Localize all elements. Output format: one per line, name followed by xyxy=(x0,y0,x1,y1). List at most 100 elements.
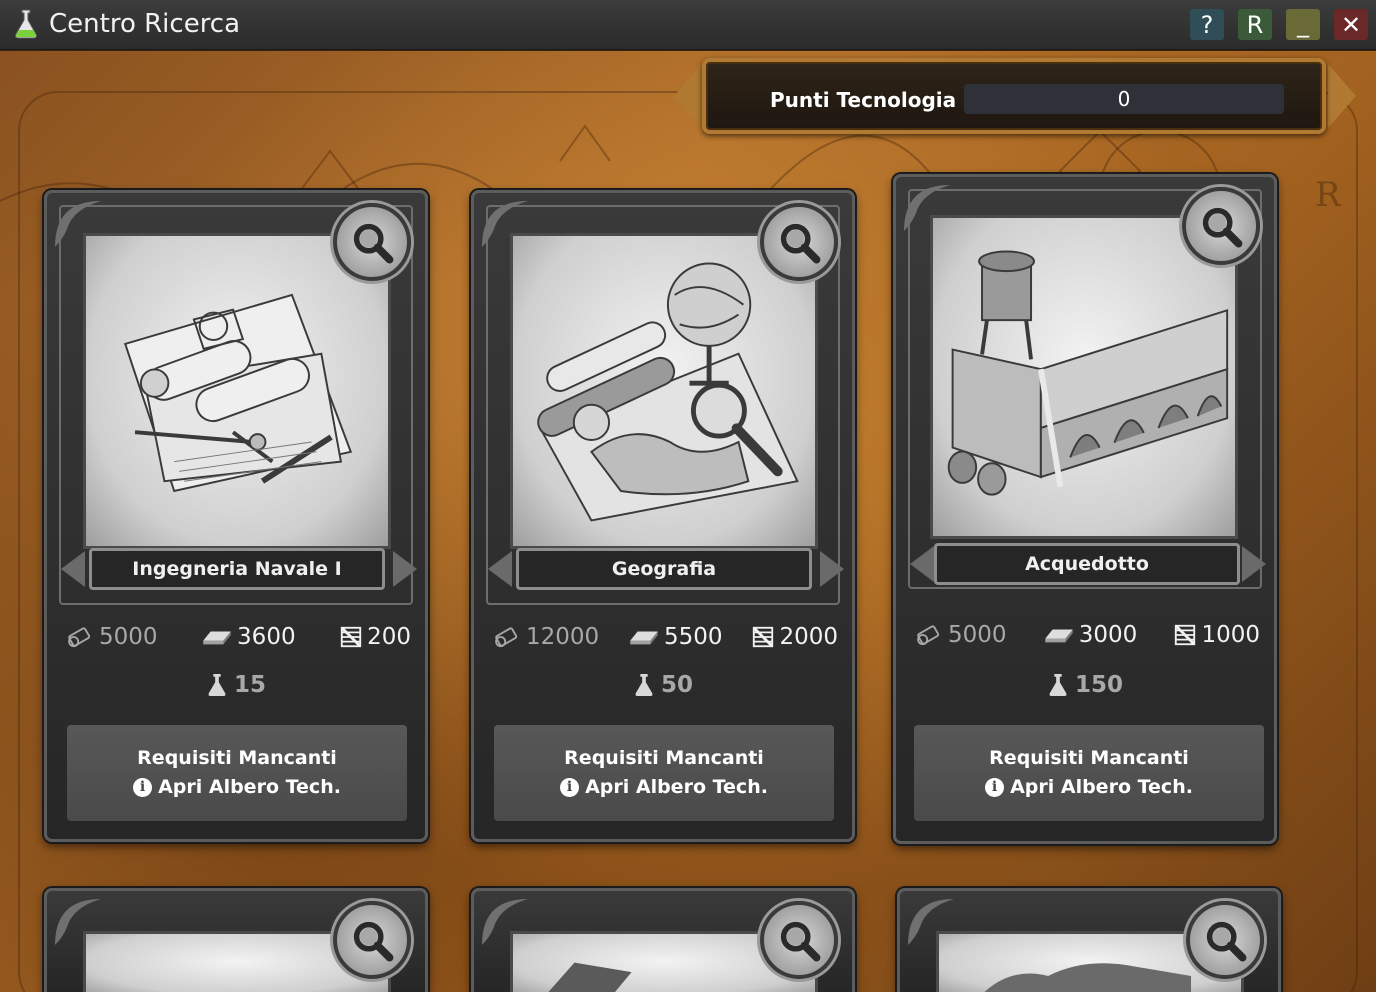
missing-requirements-button[interactable]: Requisiti Mancanti i Apri Albero Tech. xyxy=(494,725,834,821)
research-cost-value: 150 xyxy=(1074,672,1123,698)
cloth-cost: 200 xyxy=(339,624,411,650)
tech-name: Ingegneria Navale I xyxy=(89,548,385,590)
tech-card[interactable] xyxy=(471,888,855,992)
iron-ingot-icon xyxy=(1043,624,1075,646)
tech-name: Acquedotto xyxy=(934,543,1240,585)
wood-cost: 12000 xyxy=(494,624,599,650)
cloth-cost-value: 1000 xyxy=(1201,622,1260,648)
corner-ornament-icon xyxy=(55,201,101,247)
banner-arrow-right xyxy=(1328,64,1356,128)
tech-art-aqueduct xyxy=(930,215,1238,539)
window-title: Centro Ricerca xyxy=(49,9,241,39)
research-cost: 15 xyxy=(47,667,425,703)
inspect-button[interactable] xyxy=(1182,187,1260,265)
title-bar: Centro Ricerca ? R _ ✕ xyxy=(0,0,1376,50)
plate-arrow-right xyxy=(393,551,417,587)
wood-cost-value: 5000 xyxy=(99,624,158,650)
inspect-button[interactable] xyxy=(333,901,411,979)
tech-card[interactable]: Acquedotto 5000 3000 1000 150 Requisiti … xyxy=(893,174,1277,844)
wood-cost: 5000 xyxy=(67,624,158,650)
req-line1: Requisiti Mancanti xyxy=(989,747,1189,769)
wood-log-icon xyxy=(67,626,95,648)
wood-log-icon xyxy=(916,624,944,646)
iron-cost: 3000 xyxy=(1043,622,1138,648)
req-line1: Requisiti Mancanti xyxy=(564,747,764,769)
plate-arrow-right xyxy=(820,551,844,587)
wood-cost: 5000 xyxy=(916,622,1007,648)
tech-costs: 12000 5500 2000 xyxy=(494,619,838,655)
req-line2: i Apri Albero Tech. xyxy=(133,773,341,802)
magnifier-icon xyxy=(350,220,394,264)
magnifier-icon xyxy=(350,918,394,962)
corner-ornament-icon xyxy=(904,185,950,231)
cloth-cost-value: 200 xyxy=(367,624,411,650)
help-button[interactable]: ? xyxy=(1190,9,1224,40)
research-cost: 150 xyxy=(896,667,1274,703)
research-cost-value: 15 xyxy=(233,672,266,698)
iron-cost-value: 5500 xyxy=(664,624,723,650)
wood-cost-value: 12000 xyxy=(526,624,600,650)
tech-points-banner: Punti Tecnologia 0 xyxy=(702,58,1326,134)
close-button[interactable]: ✕ xyxy=(1334,9,1368,40)
tech-costs: 5000 3600 200 xyxy=(67,619,411,655)
iron-cost: 5500 xyxy=(628,624,723,650)
flask-icon xyxy=(1047,671,1069,699)
research-cost-value: 50 xyxy=(660,672,693,698)
plate-arrow-left xyxy=(488,551,512,587)
missing-requirements-button[interactable]: Requisiti Mancanti i Apri Albero Tech. xyxy=(914,725,1264,821)
cloth-bolt-icon xyxy=(1173,623,1197,647)
req-line1: Requisiti Mancanti xyxy=(137,747,337,769)
open-tech-tree-label: Apri Albero Tech. xyxy=(1010,776,1193,798)
corner-ornament-icon xyxy=(482,201,528,247)
plate-arrow-left xyxy=(910,546,934,582)
open-tech-tree-label: Apri Albero Tech. xyxy=(585,776,768,798)
magnifier-icon xyxy=(777,918,821,962)
cloth-bolt-icon xyxy=(751,625,775,649)
tech-costs: 5000 3000 1000 xyxy=(916,617,1260,653)
iron-ingot-icon xyxy=(628,626,660,648)
tech-art-naval-blueprints xyxy=(83,233,391,549)
info-icon: i xyxy=(985,778,1005,797)
inspect-button[interactable] xyxy=(1186,901,1264,979)
plate-arrow-left xyxy=(61,551,85,587)
inspect-button[interactable] xyxy=(760,901,838,979)
magnifier-icon xyxy=(1203,918,1247,962)
flask-icon xyxy=(14,9,38,39)
magnifier-icon xyxy=(1199,204,1243,248)
cloth-cost-value: 2000 xyxy=(779,624,838,650)
req-line2: i Apri Albero Tech. xyxy=(985,773,1193,802)
wood-log-icon xyxy=(494,626,522,648)
wood-cost-value: 5000 xyxy=(948,622,1007,648)
tech-card[interactable]: Ingegneria Navale I 5000 3600 200 15 Req… xyxy=(44,190,428,842)
iron-cost: 3600 xyxy=(201,624,296,650)
tech-card[interactable] xyxy=(44,888,428,992)
banner-arrow-left xyxy=(674,64,702,128)
tech-card[interactable]: Geografia 12000 5500 2000 50 Requisiti M… xyxy=(471,190,855,842)
flask-icon xyxy=(633,671,655,699)
cloth-cost: 1000 xyxy=(1173,622,1260,648)
tech-art-globe-map xyxy=(510,233,818,549)
iron-ingot-icon xyxy=(201,626,233,648)
tech-name: Geografia xyxy=(516,548,812,590)
tech-points-value: 0 xyxy=(964,84,1284,114)
research-cost: 50 xyxy=(474,667,852,703)
info-icon: i xyxy=(560,778,580,797)
open-tech-tree-label: Apri Albero Tech. xyxy=(158,776,341,798)
inspect-button[interactable] xyxy=(760,203,838,281)
req-line2: i Apri Albero Tech. xyxy=(560,773,768,802)
cloth-cost: 2000 xyxy=(751,624,838,650)
plate-arrow-right xyxy=(1242,546,1266,582)
iron-cost-value: 3600 xyxy=(237,624,296,650)
aqueduct-icon xyxy=(947,250,1229,496)
iron-cost-value: 3000 xyxy=(1078,622,1138,648)
tech-points-label: Punti Tecnologia xyxy=(770,88,957,112)
magnifier-icon xyxy=(777,220,821,264)
naval-blueprints-icon xyxy=(123,293,353,493)
missing-requirements-button[interactable]: Requisiti Mancanti i Apri Albero Tech. xyxy=(67,725,407,821)
flask-icon xyxy=(206,671,228,699)
minimize-button[interactable]: _ xyxy=(1286,9,1320,40)
globe-map-icon xyxy=(537,262,799,522)
inspect-button[interactable] xyxy=(333,203,411,281)
r-button[interactable]: R xyxy=(1238,9,1272,40)
tech-card[interactable] xyxy=(897,888,1281,992)
